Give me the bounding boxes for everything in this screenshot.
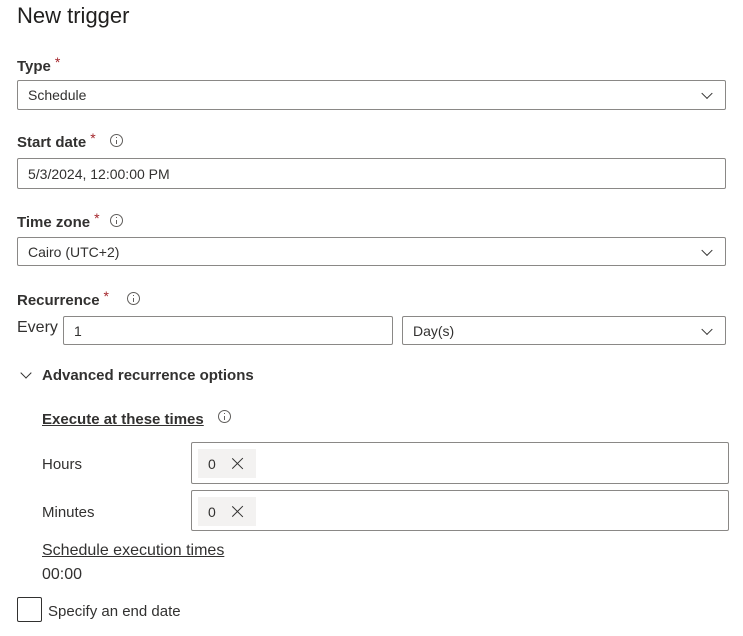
info-icon[interactable] xyxy=(127,291,141,305)
required-marker: * xyxy=(90,130,96,146)
minutes-chip: 0 xyxy=(198,497,256,526)
end-date-label: Specify an end date xyxy=(48,603,181,620)
frequency-value: Day(s) xyxy=(413,322,455,339)
info-icon[interactable] xyxy=(109,133,123,147)
minutes-input[interactable]: 0 xyxy=(191,490,729,531)
hours-input[interactable]: 0 xyxy=(191,442,729,484)
interval-value: 1 xyxy=(74,322,82,339)
chevron-down-icon xyxy=(701,87,713,100)
chevron-down-icon xyxy=(701,244,713,256)
time-zone-label-text: Time zone xyxy=(17,214,91,231)
type-select[interactable]: Schedule xyxy=(17,80,726,110)
recurrence-label: Recurrence * xyxy=(17,288,141,309)
hours-chip-value: 0 xyxy=(208,455,216,472)
required-marker: * xyxy=(54,54,61,70)
chevron-down-icon xyxy=(701,323,713,335)
time-zone-value: Cairo (UTC+2) xyxy=(28,243,120,260)
frequency-select[interactable]: Day(s) xyxy=(402,316,726,345)
execute-times-label: Execute at these times xyxy=(42,411,204,428)
time-zone-select[interactable]: Cairo (UTC+2) xyxy=(17,237,726,266)
type-select-value: Schedule xyxy=(28,87,87,103)
execute-times-header: Execute at these times xyxy=(42,410,231,428)
hours-chip: 0 xyxy=(198,449,256,478)
required-marker: * xyxy=(103,288,109,304)
chevron-down-icon xyxy=(20,367,32,379)
minutes-label: Minutes xyxy=(42,504,95,521)
start-date-label-text: Start date xyxy=(17,134,87,151)
hours-label: Hours xyxy=(42,456,83,473)
end-date-option[interactable]: Specify an end date xyxy=(17,597,181,622)
end-date-checkbox[interactable] xyxy=(17,597,42,622)
every-label: Every xyxy=(17,319,58,336)
start-date-value: 5/3/2024, 12:00:00 PM xyxy=(28,165,170,182)
minutes-chip-value: 0 xyxy=(208,503,216,520)
required-marker: * xyxy=(94,210,100,226)
advanced-options-toggle[interactable]: Advanced recurrence options xyxy=(20,367,254,384)
start-date-label: Start date * xyxy=(17,130,123,151)
close-icon[interactable] xyxy=(231,457,244,470)
start-date-input[interactable]: 5/3/2024, 12:00:00 PM xyxy=(17,158,726,189)
time-zone-label: Time zone * xyxy=(17,210,123,231)
interval-input[interactable]: 1 xyxy=(63,316,393,345)
schedule-execution-times-value: 00:00 xyxy=(42,566,83,583)
info-icon[interactable] xyxy=(217,410,231,423)
advanced-options-label: Advanced recurrence options xyxy=(42,367,254,384)
page-title: New trigger xyxy=(17,3,130,28)
schedule-execution-times-link[interactable]: Schedule execution times xyxy=(42,542,224,560)
recurrence-label-text: Recurrence xyxy=(17,292,100,309)
type-label-text: Type xyxy=(17,58,51,75)
type-label: Type * xyxy=(17,54,60,75)
info-icon[interactable] xyxy=(109,213,123,227)
close-icon[interactable] xyxy=(231,505,244,518)
